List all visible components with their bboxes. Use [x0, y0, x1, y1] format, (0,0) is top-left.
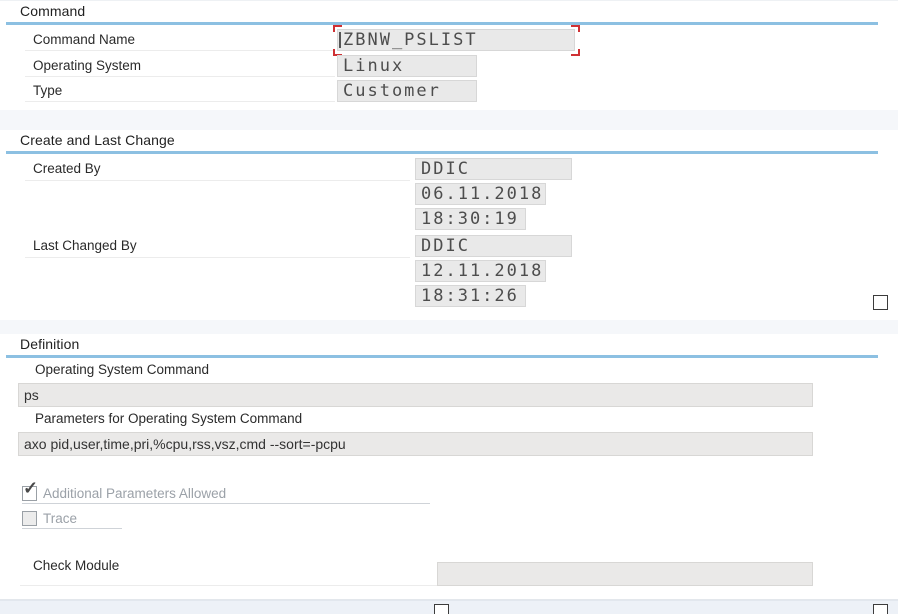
command-name-label: Command Name: [33, 32, 135, 47]
changed-time-field[interactable]: 18:31:26: [415, 285, 526, 307]
row-divider: [25, 76, 335, 77]
section-gap: [0, 110, 898, 130]
row-divider: [25, 257, 410, 258]
text-cursor: [339, 32, 341, 48]
section-audit-title: Create and Last Change: [20, 132, 175, 148]
section-command-title: Command: [20, 3, 85, 19]
operating-system-label: Operating System: [33, 58, 141, 73]
additional-parameters-label: Additional Parameters Allowed: [43, 486, 226, 501]
type-label: Type: [33, 83, 62, 98]
edge-checkbox[interactable]: [434, 604, 449, 614]
checkmark-icon: ✓: [23, 479, 38, 497]
additional-parameters-checkbox[interactable]: ✓ Additional Parameters Allowed: [22, 485, 432, 503]
last-changed-by-label: Last Changed By: [33, 238, 137, 253]
section-audit-divider: [6, 151, 878, 154]
row-divider: [20, 585, 437, 586]
sm69-command-detail-page: Command Command Name ZBNW_PSLIST Operati…: [0, 0, 898, 614]
row-divider: [22, 503, 430, 504]
section-command-divider: [6, 22, 878, 25]
section-create-last-change: Create and Last Change Created By DDIC 0…: [0, 130, 898, 320]
row-divider: [22, 528, 122, 529]
type-field[interactable]: Customer: [337, 80, 477, 102]
trace-label: Trace: [43, 511, 77, 526]
checkbox-box: [22, 511, 37, 526]
check-module-label: Check Module: [33, 558, 119, 573]
parameters-label: Parameters for Operating System Command: [35, 411, 302, 426]
section-definition-title: Definition: [20, 336, 79, 352]
os-command-label: Operating System Command: [35, 362, 209, 377]
bottom-strip: [0, 600, 898, 614]
created-time-field[interactable]: 18:30:19: [415, 208, 526, 230]
os-command-field[interactable]: ps: [18, 383, 813, 407]
created-by-label: Created By: [33, 161, 101, 176]
section-command: Command Command Name ZBNW_PSLIST Operati…: [0, 0, 898, 110]
trace-checkbox[interactable]: Trace: [22, 510, 132, 528]
changed-by-user-field[interactable]: DDIC: [415, 235, 572, 257]
edge-checkbox[interactable]: [873, 604, 888, 614]
parameters-field[interactable]: axo pid,user,time,pri,%cpu,rss,vsz,cmd -…: [18, 432, 813, 456]
operating-system-field[interactable]: Linux: [337, 55, 477, 77]
section-gap: [0, 320, 898, 334]
section-definition-divider: [6, 355, 878, 358]
created-date-field[interactable]: 06.11.2018: [415, 183, 546, 205]
created-by-user-field[interactable]: DDIC: [415, 158, 572, 180]
command-name-field[interactable]: ZBNW_PSLIST: [337, 29, 575, 51]
check-module-field[interactable]: [437, 562, 813, 586]
section-definition: Definition Operating System Command ps P…: [0, 334, 898, 600]
changed-date-field[interactable]: 12.11.2018: [415, 260, 546, 282]
row-divider: [25, 101, 335, 102]
row-divider: [25, 50, 335, 51]
edge-checkbox[interactable]: [873, 295, 888, 310]
row-divider: [25, 180, 410, 181]
